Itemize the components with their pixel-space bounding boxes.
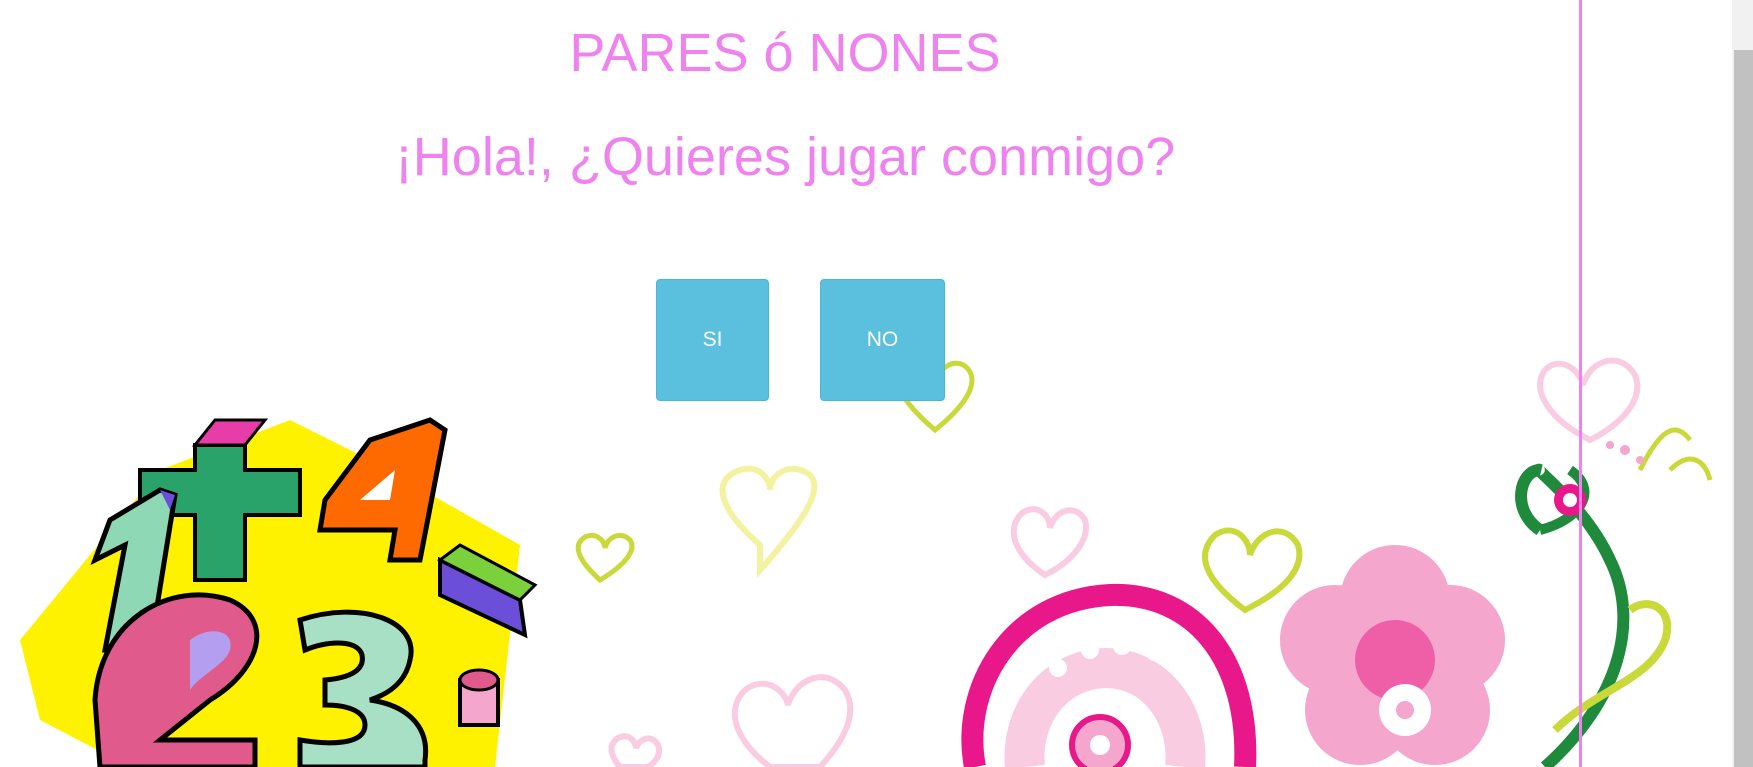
page-title: PARES ó NONES bbox=[569, 23, 1001, 83]
swirl-icon bbox=[961, 583, 1257, 767]
heart-icon bbox=[1202, 527, 1303, 614]
vine-icon bbox=[1515, 427, 1713, 767]
game-page: PARES ó NONES ¡Hola!, ¿Quieres jugar con… bbox=[0, 0, 1753, 767]
vertical-divider bbox=[1579, 0, 1582, 767]
no-button[interactable]: NO bbox=[820, 279, 945, 401]
scrollbar-thumb[interactable] bbox=[1734, 50, 1753, 767]
yes-button[interactable]: SI bbox=[656, 279, 769, 401]
greeting-text: ¡Hola!, ¿Quieres jugar conmigo? bbox=[394, 127, 1176, 187]
numbers-clipart-icon bbox=[20, 417, 538, 767]
scrollbar-track bbox=[1734, 0, 1753, 50]
heart-icon bbox=[719, 465, 818, 578]
flower-icon bbox=[1280, 545, 1505, 765]
